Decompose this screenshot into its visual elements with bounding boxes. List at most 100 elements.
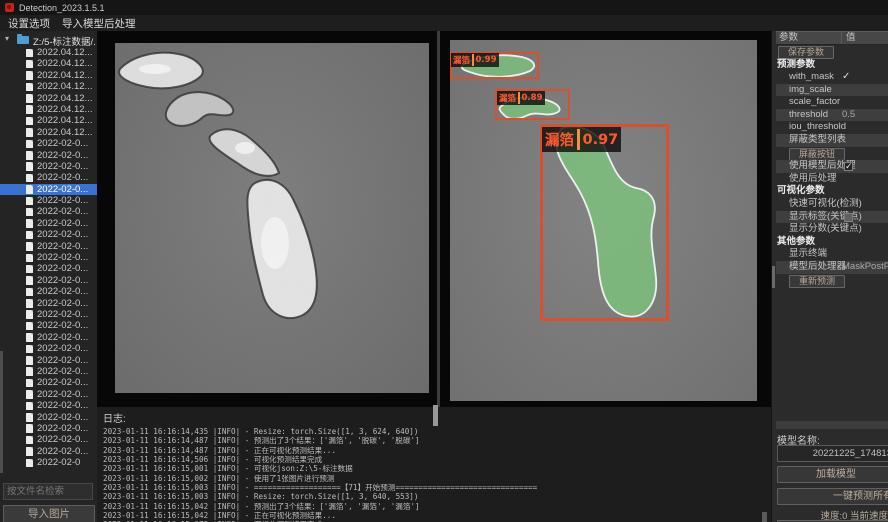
tree-item[interactable]: 2022-02-0... <box>0 298 97 309</box>
checkbox[interactable] <box>844 213 853 222</box>
param-row[interactable]: 使用模型后处理 <box>776 160 888 173</box>
tree-item[interactable]: 2022-02-0... <box>0 309 97 320</box>
tree-item[interactable]: 2022-02-0... <box>0 434 97 445</box>
search-input[interactable] <box>3 483 93 500</box>
tree-item[interactable]: 2022.04.12... <box>0 81 97 92</box>
tree-item-label: 2022.04.12... <box>37 104 92 115</box>
param-row[interactable]: scale_factor <box>776 96 888 109</box>
log-scrollbar[interactable] <box>762 512 767 522</box>
param-row[interactable]: 模型后处理器 MaskPostPro <box>776 261 888 274</box>
model-name-field[interactable]: 20221225_174813 <box>777 445 888 462</box>
tree-item[interactable]: 2022-02-0... <box>0 252 97 263</box>
tree-item[interactable]: 2022-02-0... <box>0 389 97 400</box>
panel-splitter[interactable] <box>437 31 440 407</box>
tree-item[interactable]: 2022-02-0... <box>0 241 97 252</box>
tree-item[interactable]: 2022-02-0... <box>0 218 97 229</box>
panel-scrollbar[interactable] <box>772 266 775 288</box>
tree-item[interactable]: 2022-02-0... <box>0 343 97 354</box>
param-label: 快速可视化(检测) <box>789 198 862 211</box>
file-icon <box>26 208 33 217</box>
detection-box <box>540 124 669 321</box>
tree-item[interactable]: 2022-02-0... <box>0 229 97 240</box>
predict-all-button[interactable]: 一键预测所有 <box>777 488 888 505</box>
tree-item[interactable]: 2022-02-0... <box>0 263 97 274</box>
param-row[interactable]: with_mask ✓ <box>776 71 888 84</box>
caret-down-icon[interactable]: ▾ <box>5 34 9 43</box>
tree-item[interactable]: 2022-02-0... <box>0 332 97 343</box>
import-image-button[interactable]: 导入图片 <box>3 505 95 522</box>
tree-item[interactable]: 2022-02-0... <box>0 355 97 366</box>
log-line: 2023-01-11 16:16:15,003 |INFO| - =======… <box>103 483 772 492</box>
param-row[interactable]: 显示终端 <box>776 248 888 261</box>
param-row[interactable]: 保存参数 <box>776 45 888 59</box>
tree-item[interactable]: 2022-02-0... <box>0 412 97 423</box>
param-row[interactable]: 重新预测 <box>776 274 888 288</box>
tree-item-label: 2022-02-0... <box>37 241 88 252</box>
param-value: MaskPostPro <box>842 261 888 274</box>
param-row[interactable]: iou_threshold <box>776 121 888 134</box>
param-row[interactable]: 屏蔽按钮 <box>776 147 888 161</box>
tree-item[interactable]: 2022-02-0... <box>0 400 97 411</box>
tree-item-label: 2022-02-0... <box>37 218 88 229</box>
tree-item-label: 2022-02-0... <box>37 138 88 149</box>
tree-item[interactable]: 2022-02-0... <box>0 150 97 161</box>
tree-item-label: 2022-02-0... <box>37 263 88 274</box>
label-separator <box>472 54 474 66</box>
param-row[interactable]: 可视化参数 <box>776 185 888 198</box>
param-row[interactable]: 预测参数 <box>776 59 888 72</box>
tree-item[interactable]: 2022-02-0... <box>0 206 97 217</box>
tree-item[interactable]: 2022-02-0... <box>0 138 97 149</box>
tree-item[interactable]: 2022.04.12... <box>0 70 97 81</box>
tree-item-label: 2022-02-0... <box>37 400 88 411</box>
tree-item[interactable]: 2022-02-0 <box>0 457 97 468</box>
tree-item[interactable]: 2022-02-0... <box>0 172 97 183</box>
tree-item[interactable]: 2022-02-0... <box>0 195 97 206</box>
tree-item[interactable]: 2022-02-0... <box>0 275 97 286</box>
menu-item[interactable]: 导入模型后处理 <box>62 16 136 31</box>
tree-item-label: 2022-02-0... <box>37 229 88 240</box>
checkbox[interactable] <box>844 162 853 171</box>
param-label: 屏蔽按钮 <box>789 148 845 161</box>
tree-item[interactable]: 2022-02-0... <box>0 423 97 434</box>
param-row[interactable]: 其他参数 <box>776 236 888 249</box>
tree-item[interactable]: 2022.04.12... <box>0 104 97 115</box>
original-image[interactable] <box>115 43 429 393</box>
tree-item[interactable]: 2022-02-0... <box>0 161 97 172</box>
tree-item-label: 2022.04.12... <box>37 93 92 104</box>
tree-item-label: 2022-02-0... <box>37 366 88 377</box>
splitter-grip[interactable] <box>433 405 438 426</box>
param-row[interactable]: 显示标签(关键点) <box>776 211 888 224</box>
tree-scrollbar[interactable] <box>0 351 3 473</box>
param-label: img_scale <box>789 84 832 97</box>
tree-item[interactable]: 2022-02-0... <box>0 286 97 297</box>
log-line: 2023-01-11 16:16:14,487 |INFO| - 正在可视化预测… <box>103 446 772 455</box>
tree-root-folder[interactable]: ▾ Z:/5-标注数据/... <box>0 33 97 46</box>
param-row[interactable]: img_scale <box>776 84 888 97</box>
param-row[interactable]: 显示分数(关键点) <box>776 223 888 236</box>
param-row[interactable]: 使用后处理 <box>776 173 888 186</box>
tree-item[interactable]: 2022.04.12... <box>0 47 97 58</box>
tree-item[interactable]: 2022.04.12... <box>0 127 97 138</box>
tree-item[interactable]: 2022.04.12... <box>0 93 97 104</box>
param-row[interactable]: 屏蔽类型列表 <box>776 134 888 147</box>
tree-item[interactable]: 2022-02-0... <box>0 366 97 377</box>
prediction-image[interactable]: 漏箔0.99 漏箔0.89 漏箔0.97 <box>450 40 757 401</box>
tree-item[interactable]: 2022-02-0... <box>0 446 97 457</box>
tree-item[interactable]: 2022.04.12... <box>0 115 97 126</box>
param-label: 使用后处理 <box>789 173 837 186</box>
load-model-button[interactable]: 加载模型 <box>777 466 888 483</box>
file-tree: 2022.04.12... 2022.04.12... 2022.04.12..… <box>0 47 97 471</box>
menu-item[interactable]: 设置选项 <box>8 16 50 31</box>
tree-item[interactable]: 2022-02-0... <box>0 377 97 388</box>
tree-item-label: 2022-02-0... <box>37 412 88 423</box>
tree-item[interactable]: 2022-02-0... <box>0 320 97 331</box>
tree-item[interactable]: 2022-02-0... <box>0 184 97 195</box>
panel-hscrollbar[interactable] <box>776 421 888 429</box>
tree-item[interactable]: 2022.04.12... <box>0 58 97 69</box>
file-icon <box>26 174 33 183</box>
tree-item-label: 2022.04.12... <box>37 127 92 138</box>
parameter-table: 参数 值 保存参数 预测参数 with_mask ✓ img_scale <box>776 31 888 287</box>
param-row[interactable]: threshold 0.5 <box>776 109 888 122</box>
param-row[interactable]: 快速可视化(检测) <box>776 198 888 211</box>
file-icon <box>26 322 33 331</box>
